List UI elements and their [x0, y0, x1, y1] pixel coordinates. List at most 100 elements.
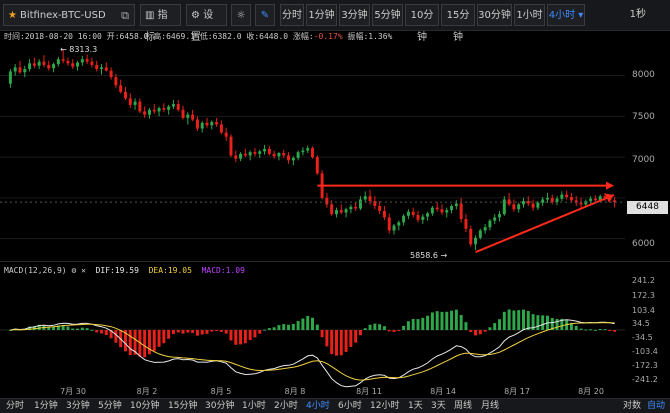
candlestick-chart[interactable] [0, 0, 670, 412]
macd-histogram-bar [613, 330, 617, 332]
bottom-timeframe-bar: 分时 1分钟 3分钟 5分钟 10分钟 15分钟 30分钟 1小时 2小时 4小… [0, 398, 670, 413]
macd-histogram-bar [157, 330, 161, 347]
macd-legend: MACD(12,26,9) ⚙ ✕ DIF:19.59 DEA:19.05 MA… [4, 266, 245, 275]
candle-body [71, 63, 75, 67]
candle-body [8, 71, 12, 84]
bottom-tf-10m[interactable]: 10分钟 [130, 400, 159, 412]
bottom-tf-1d[interactable]: 1天 [408, 400, 423, 412]
log-scale-toggle[interactable]: 对数 [623, 400, 641, 412]
candle-body [143, 111, 147, 115]
macd-histogram-bar [598, 328, 602, 330]
candle-body [291, 157, 295, 161]
macd-tick: -241.2 [632, 375, 658, 384]
bottom-tf-3m[interactable]: 3分钟 [66, 400, 90, 412]
candle-body [133, 101, 137, 105]
macd-histogram-bar [536, 315, 540, 330]
macd-histogram-bar [90, 329, 94, 331]
candle-body [181, 109, 185, 118]
price-tick: 7000 [632, 155, 655, 165]
macd-histogram-bar [584, 329, 588, 331]
candle-body [435, 207, 439, 210]
candle-body [593, 198, 597, 201]
macd-histogram-bar [541, 315, 545, 330]
price-tick: 6000 [632, 239, 655, 249]
bottom-tf-2h[interactable]: 2小时 [274, 400, 298, 412]
macd-histogram-bar [593, 329, 597, 331]
bottom-tf-1h[interactable]: 1小时 [242, 400, 266, 412]
candle-body [411, 211, 415, 215]
candle-body [512, 204, 516, 210]
macd-histogram-bar [358, 330, 362, 336]
candle-body [522, 201, 525, 205]
bottom-tf-15m[interactable]: 15分钟 [168, 400, 197, 412]
macd-histogram-bar [603, 329, 607, 331]
macd-histogram-bar [426, 315, 430, 330]
candle-body [272, 153, 276, 157]
macd-histogram-bar [291, 323, 295, 330]
candle-body [152, 109, 156, 112]
bottom-tf-4h[interactable]: 4小时 [306, 400, 330, 412]
candle-body [138, 101, 142, 112]
candle-body [229, 136, 233, 156]
date-tick: 8月 5 [210, 387, 232, 396]
macd-histogram-bar [450, 310, 454, 330]
candle-body [114, 77, 118, 86]
candle-body [498, 214, 502, 218]
macd-histogram-bar [315, 324, 319, 330]
macd-histogram-bar [277, 325, 281, 330]
candle-body [224, 132, 228, 137]
bottom-tf-12h[interactable]: 12小时 [370, 400, 399, 412]
macd-histogram-bar [143, 330, 147, 358]
bottom-tf-5m[interactable]: 5分钟 [98, 400, 122, 412]
macd-histogram-bar [311, 317, 314, 330]
candle-body [95, 64, 99, 70]
macd-histogram-bar [171, 330, 175, 335]
macd-histogram-bar [574, 325, 578, 330]
macd-histogram-bar [66, 326, 70, 330]
macd-histogram-bar [219, 330, 223, 332]
bottom-tf-fenshi[interactable]: 分时 [6, 400, 24, 412]
bottom-tf-month[interactable]: 月线 [481, 400, 499, 412]
candle-body [219, 124, 223, 133]
bottom-tf-30m[interactable]: 30分钟 [205, 400, 234, 412]
candle-body [23, 69, 27, 73]
price-tick: 7500 [632, 112, 655, 122]
macd-histogram-bar [507, 309, 511, 330]
bottom-tf-6h[interactable]: 6小时 [338, 400, 362, 412]
macd-histogram-bar [258, 330, 262, 334]
macd-close-icon[interactable]: ✕ [81, 266, 86, 275]
macd-tick: 34.5 [632, 319, 650, 328]
candle-body [469, 228, 473, 245]
candle-body [13, 67, 17, 72]
candle-body [253, 152, 257, 154]
macd-histogram-bar [263, 329, 267, 331]
bottom-tf-1m[interactable]: 1分钟 [34, 400, 58, 412]
macd-histogram-bar [128, 330, 132, 356]
macd-histogram-bar [267, 328, 271, 330]
macd-histogram-bar [287, 324, 291, 330]
candle-body [195, 119, 199, 129]
bottom-tf-3d[interactable]: 3天 [431, 400, 446, 412]
bottom-tf-week[interactable]: 周线 [454, 400, 472, 412]
candle-body [440, 209, 444, 213]
candle-body [354, 206, 358, 209]
macd-histogram-bar [95, 330, 99, 333]
macd-histogram-bar [243, 330, 247, 344]
macd-histogram-bar [296, 321, 300, 330]
candle-body [421, 216, 425, 220]
auto-scale-toggle[interactable]: 自动 [647, 400, 665, 412]
macd-histogram-bar [85, 328, 89, 330]
candle-body [339, 210, 343, 213]
macd-settings-icon[interactable]: ⚙ [71, 266, 76, 275]
macd-histogram-bar [406, 321, 410, 330]
macd-histogram-bar [195, 330, 199, 336]
candle-body [258, 151, 262, 154]
macd-histogram-bar [162, 330, 166, 344]
macd-histogram-bar [402, 325, 406, 330]
macd-histogram-bar [104, 330, 108, 336]
candle-body [100, 67, 103, 70]
candle-body [200, 122, 204, 129]
macd-tick: 172.3 [632, 291, 655, 300]
low-price-marker: 5858.6 → [410, 251, 448, 260]
macd-histogram-bar [215, 330, 219, 331]
